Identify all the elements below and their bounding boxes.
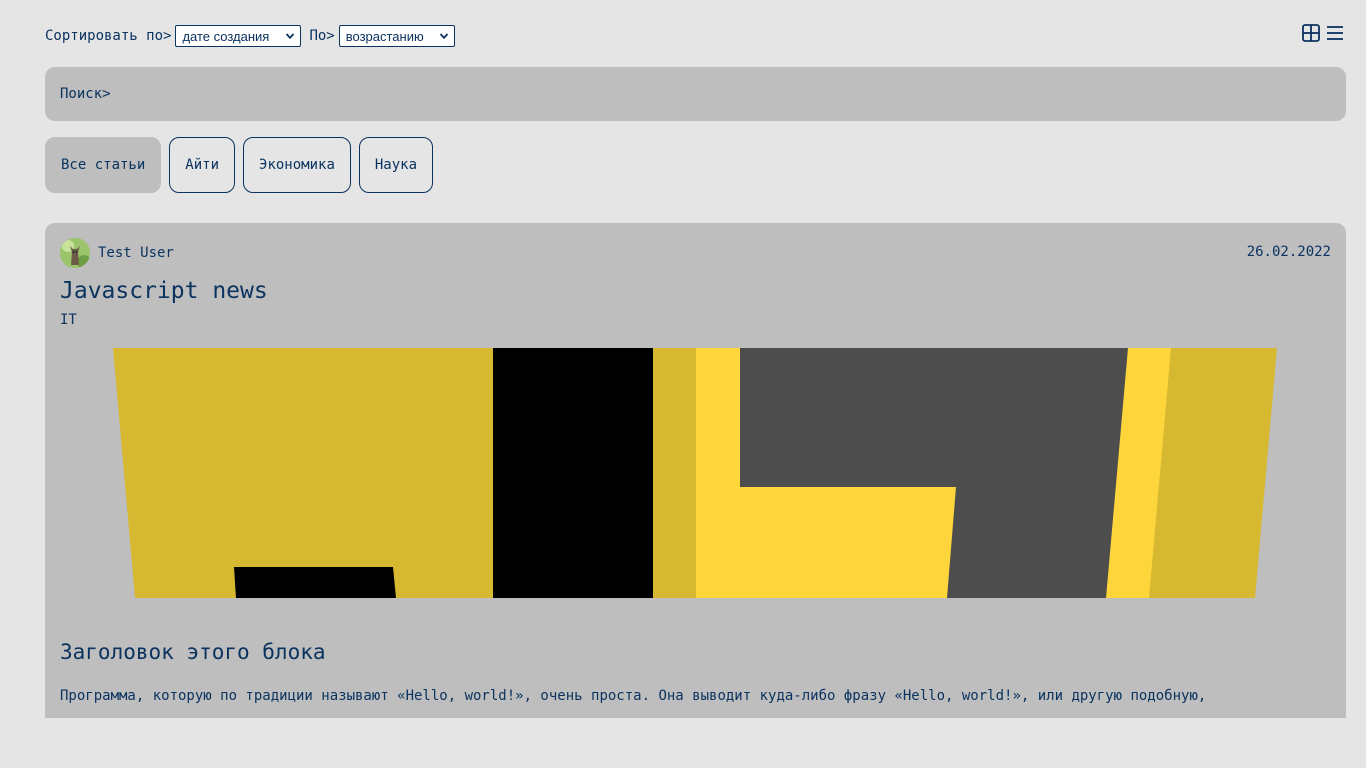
article-category: IT [60, 312, 77, 328]
search-label: Поиск> [60, 86, 111, 102]
tab-it[interactable]: Айти [169, 137, 236, 193]
block-title: Заголовок этого блока [60, 640, 326, 664]
sort-bar: Сортировать по> дате создания По> возрас… [45, 24, 455, 48]
article-title[interactable]: Javascript news [60, 278, 268, 304]
sort-field-value: дате создания [182, 28, 270, 44]
javascript-logo-banner [113, 348, 1277, 598]
chevron-down-icon [286, 33, 295, 40]
sort-order-label: По> [309, 28, 335, 44]
tab-label: Экономика [259, 157, 335, 173]
author-name: Test User [98, 245, 174, 261]
grid-icon[interactable] [1302, 24, 1320, 42]
cat-avatar-icon [60, 238, 90, 268]
sort-field-select[interactable]: дате создания [175, 25, 302, 47]
tab-all-articles[interactable]: Все статьи [45, 137, 162, 193]
sort-by-label: Сортировать по> [45, 28, 172, 44]
article-card[interactable]: Test User 26.02.2022 Javascript news IT … [45, 223, 1346, 718]
avatar [60, 238, 90, 268]
sort-order-select[interactable]: возрастанию [338, 25, 455, 47]
articles-page: Сортировать по> дате создания По> возрас… [0, 0, 1366, 768]
list-icon[interactable] [1326, 24, 1344, 42]
chevron-down-icon [439, 33, 448, 40]
category-tabs: Все статьи Айти Экономика Наука [45, 137, 434, 193]
view-toggle [1302, 24, 1344, 42]
article-date: 26.02.2022 [1246, 244, 1331, 260]
sort-order-value: возрастанию [345, 28, 424, 44]
tab-economics[interactable]: Экономика [243, 137, 351, 193]
block-text: Программа, которую по традиции называют … [60, 688, 1207, 704]
tab-science[interactable]: Наука [358, 137, 434, 193]
article-author[interactable]: Test User [60, 238, 174, 268]
tab-label: Айти [185, 157, 220, 173]
tab-label: Все статьи [61, 157, 146, 173]
tab-label: Наука [374, 157, 418, 173]
search-input[interactable]: Поиск> [45, 67, 1346, 121]
